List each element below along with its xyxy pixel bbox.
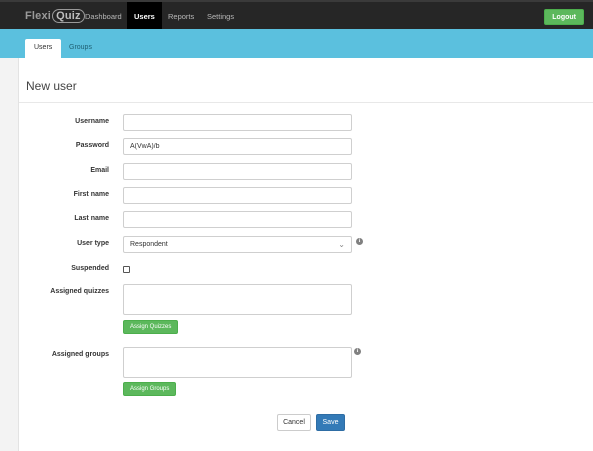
- brand-logo[interactable]: Flexi Quiz: [25, 9, 85, 23]
- subtab-groups[interactable]: Groups: [60, 39, 101, 58]
- assigned-groups-label: Assigned groups: [51, 351, 109, 358]
- email-field[interactable]: [123, 163, 352, 180]
- nav-reports[interactable]: Reports: [161, 2, 201, 31]
- cancel-button[interactable]: Cancel: [277, 414, 311, 431]
- user-type-selected: Respondent: [130, 241, 168, 248]
- info-icon[interactable]: i: [356, 238, 363, 245]
- first-name-field[interactable]: [123, 187, 352, 204]
- password-label: Password: [75, 142, 109, 149]
- username-label: Username: [75, 118, 109, 125]
- sub-navbar: Users Groups: [0, 29, 593, 58]
- last-name-field[interactable]: [123, 211, 352, 228]
- nav-settings[interactable]: Settings: [200, 2, 241, 31]
- password-field[interactable]: [123, 138, 352, 155]
- subtab-users[interactable]: Users: [25, 39, 62, 58]
- last-name-label: Last name: [74, 215, 109, 222]
- assign-quizzes-button[interactable]: Assign Quizzes: [123, 320, 179, 334]
- assigned-quizzes-label: Assigned quizzes: [50, 288, 109, 295]
- suspended-label: Suspended: [71, 265, 109, 272]
- brand-prefix: Flexi: [25, 10, 52, 22]
- title-divider: [19, 102, 593, 103]
- left-gutter: [0, 58, 19, 451]
- nav-users[interactable]: Users: [127, 2, 162, 31]
- suspended-checkbox[interactable]: [123, 266, 130, 273]
- chevron-down-icon: ⌄: [338, 240, 345, 249]
- save-button[interactable]: Save: [316, 414, 345, 431]
- nav-dashboard[interactable]: Dashboard: [78, 2, 129, 31]
- top-navbar: Flexi Quiz Dashboard Users Reports Settin…: [0, 0, 593, 31]
- user-type-select[interactable]: Respondent ⌄: [123, 236, 352, 253]
- assigned-groups-list[interactable]: [123, 347, 352, 378]
- info-icon[interactable]: i: [354, 348, 361, 355]
- first-name-label: First name: [73, 191, 109, 198]
- user-type-label: User type: [77, 240, 109, 247]
- email-label: Email: [90, 167, 109, 174]
- assign-groups-button[interactable]: Assign Groups: [123, 382, 177, 396]
- assigned-quizzes-list[interactable]: [123, 284, 352, 315]
- username-field[interactable]: [123, 114, 352, 131]
- logout-button[interactable]: Logout: [544, 9, 584, 25]
- page-title: New user: [26, 79, 77, 93]
